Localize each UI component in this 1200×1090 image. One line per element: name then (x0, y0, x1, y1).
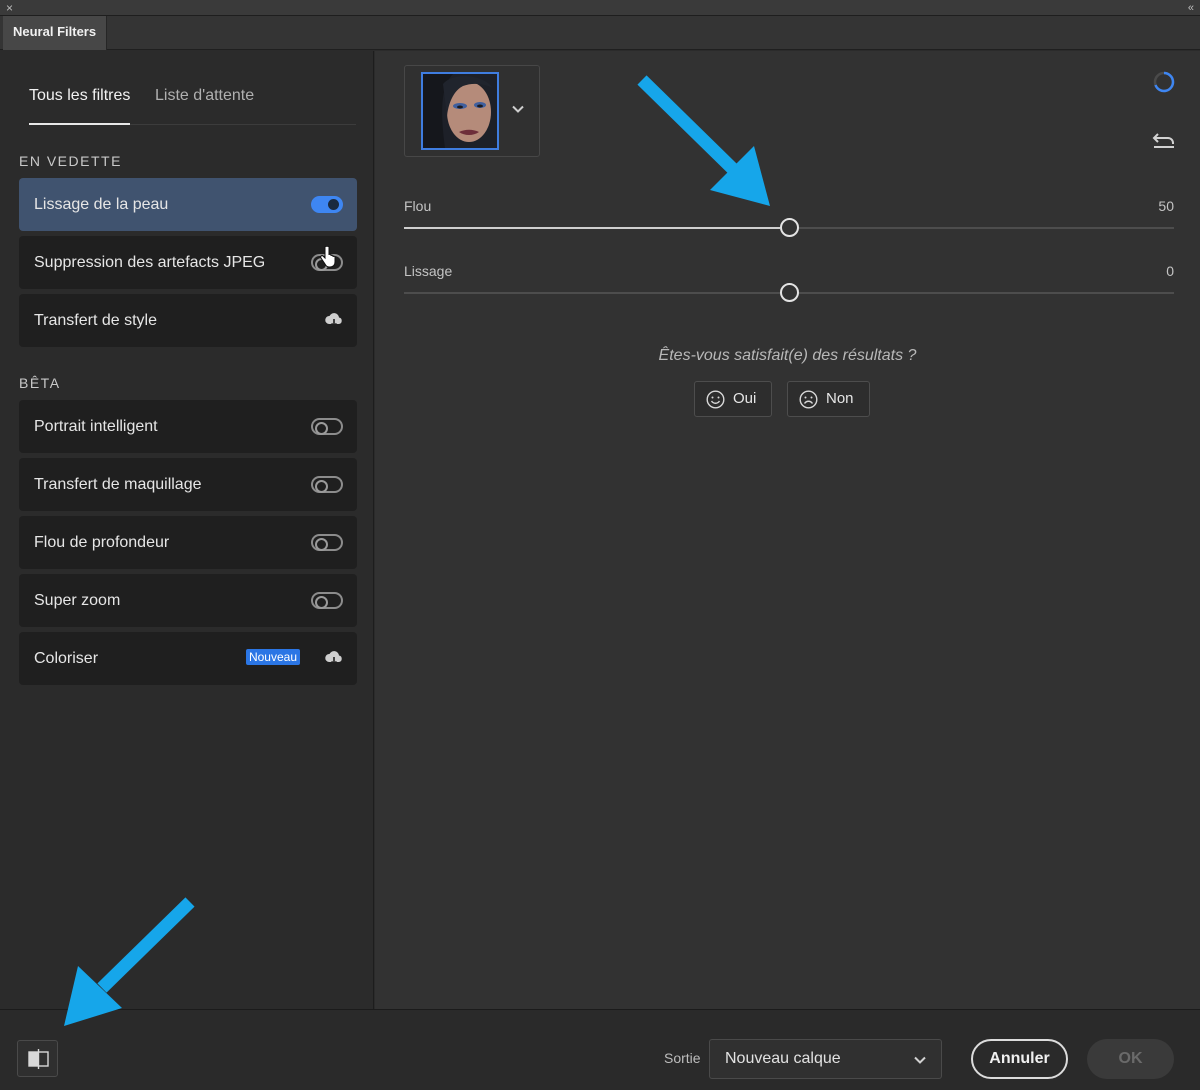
tab-wait-list[interactable]: Liste d'attente (155, 85, 254, 107)
filter-item-jpeg-artifacts[interactable]: Suppression des artefacts JPEG (19, 236, 357, 289)
filter-item-label: Transfert de maquillage (34, 476, 202, 493)
window-titlebar: × « (0, 0, 1200, 16)
annotation-arrow-icon (64, 897, 195, 1026)
chevron-down-icon (914, 1056, 926, 1064)
slider-thumb-smoothness[interactable] (779, 283, 799, 302)
reset-undo-icon[interactable] (1152, 130, 1176, 150)
feedback-no-label: Non (826, 390, 854, 407)
chevron-down-icon[interactable] (511, 102, 525, 116)
new-badge: Nouveau (245, 649, 300, 665)
filter-item-label: Portrait intelligent (34, 418, 158, 435)
panel-tabbar: Neural Filters (0, 16, 1200, 50)
cloud-download-icon[interactable] (324, 650, 344, 666)
tab-all-filters[interactable]: Tous les filtres (29, 85, 131, 125)
slider-label-smoothness: Lissage (404, 263, 453, 279)
filter-item-label: Lissage de la peau (34, 196, 169, 213)
filter-item-super-zoom[interactable]: Super zoom (19, 574, 357, 627)
panel-tab-neural-filters[interactable]: Neural Filters (3, 16, 107, 50)
before-after-preview-button[interactable] (17, 1040, 58, 1077)
filter-toggle-super-zoom[interactable] (311, 592, 343, 609)
section-beta-heading: BÊTA (19, 375, 61, 391)
feedback-question: Êtes-vous satisfait(e) des résultats ? (658, 347, 917, 364)
filter-item-label: Flou de profondeur (34, 534, 170, 551)
layer-thumbnail (421, 72, 499, 150)
slider-thumb-blur[interactable] (779, 218, 799, 237)
filter-settings-panel: Flou 50 Lissage 0 Êtes-vous satisfait(e)… (375, 51, 1200, 1009)
slider-value-blur: 50 (1158, 198, 1174, 214)
feedback-yes-label: Oui (733, 390, 757, 407)
filter-toggle-smart-portrait[interactable] (311, 418, 343, 435)
ok-button[interactable]: OK (1087, 1039, 1174, 1079)
filter-item-label: Super zoom (34, 592, 121, 609)
portrait-thumbnail-image (423, 74, 497, 148)
filter-item-label: Suppression des artefacts JPEG (34, 254, 266, 271)
filter-item-skin-smoothing[interactable]: Lissage de la peau (19, 178, 357, 231)
filter-item-colorize[interactable]: Coloriser Nouveau (19, 632, 357, 685)
cancel-button[interactable]: Annuler (971, 1039, 1068, 1079)
output-select[interactable]: Nouveau calque (709, 1039, 942, 1079)
filter-item-label: Coloriser (34, 650, 99, 667)
filter-item-style-transfer[interactable]: Transfert de style (19, 294, 357, 347)
filter-item-depth-blur[interactable]: Flou de profondeur (19, 516, 357, 569)
feedback-no-button[interactable]: Non (787, 381, 870, 417)
slider-label-blur: Flou (404, 198, 432, 214)
filter-item-smart-portrait[interactable]: Portrait intelligent (19, 400, 357, 453)
cloud-download-icon[interactable] (324, 312, 344, 328)
output-label: Sortie (664, 1050, 701, 1066)
filter-toggle-depth-blur[interactable] (311, 534, 343, 551)
feedback-yes-button[interactable]: Oui (694, 381, 772, 417)
hand-cursor-icon (320, 246, 336, 268)
filter-toggle-makeup-transfer[interactable] (311, 476, 343, 493)
frown-icon (799, 390, 818, 409)
smile-icon (706, 390, 725, 409)
filter-item-label: Transfert de style (34, 312, 158, 329)
filter-toggle-skin-smoothing[interactable] (311, 196, 343, 213)
filter-tabs: Tous les filtres Liste d'attente (29, 85, 356, 125)
slider-value-smoothness: 0 (1166, 263, 1174, 279)
output-select-value: Nouveau calque (725, 1050, 841, 1067)
section-featured-heading: EN VEDETTE (19, 153, 122, 169)
slider-fill-blur (404, 227, 780, 229)
loading-spinner-icon (1153, 71, 1175, 93)
layer-selector[interactable] (404, 65, 540, 157)
split-view-icon (28, 1049, 49, 1069)
filter-item-makeup-transfer[interactable]: Transfert de maquillage (19, 458, 357, 511)
close-icon[interactable]: × (6, 0, 13, 16)
filters-sidebar: Tous les filtres Liste d'attente EN VEDE… (0, 51, 374, 1009)
collapse-icon[interactable]: « (1188, 0, 1194, 16)
annotation-arrow-icon (637, 75, 770, 206)
